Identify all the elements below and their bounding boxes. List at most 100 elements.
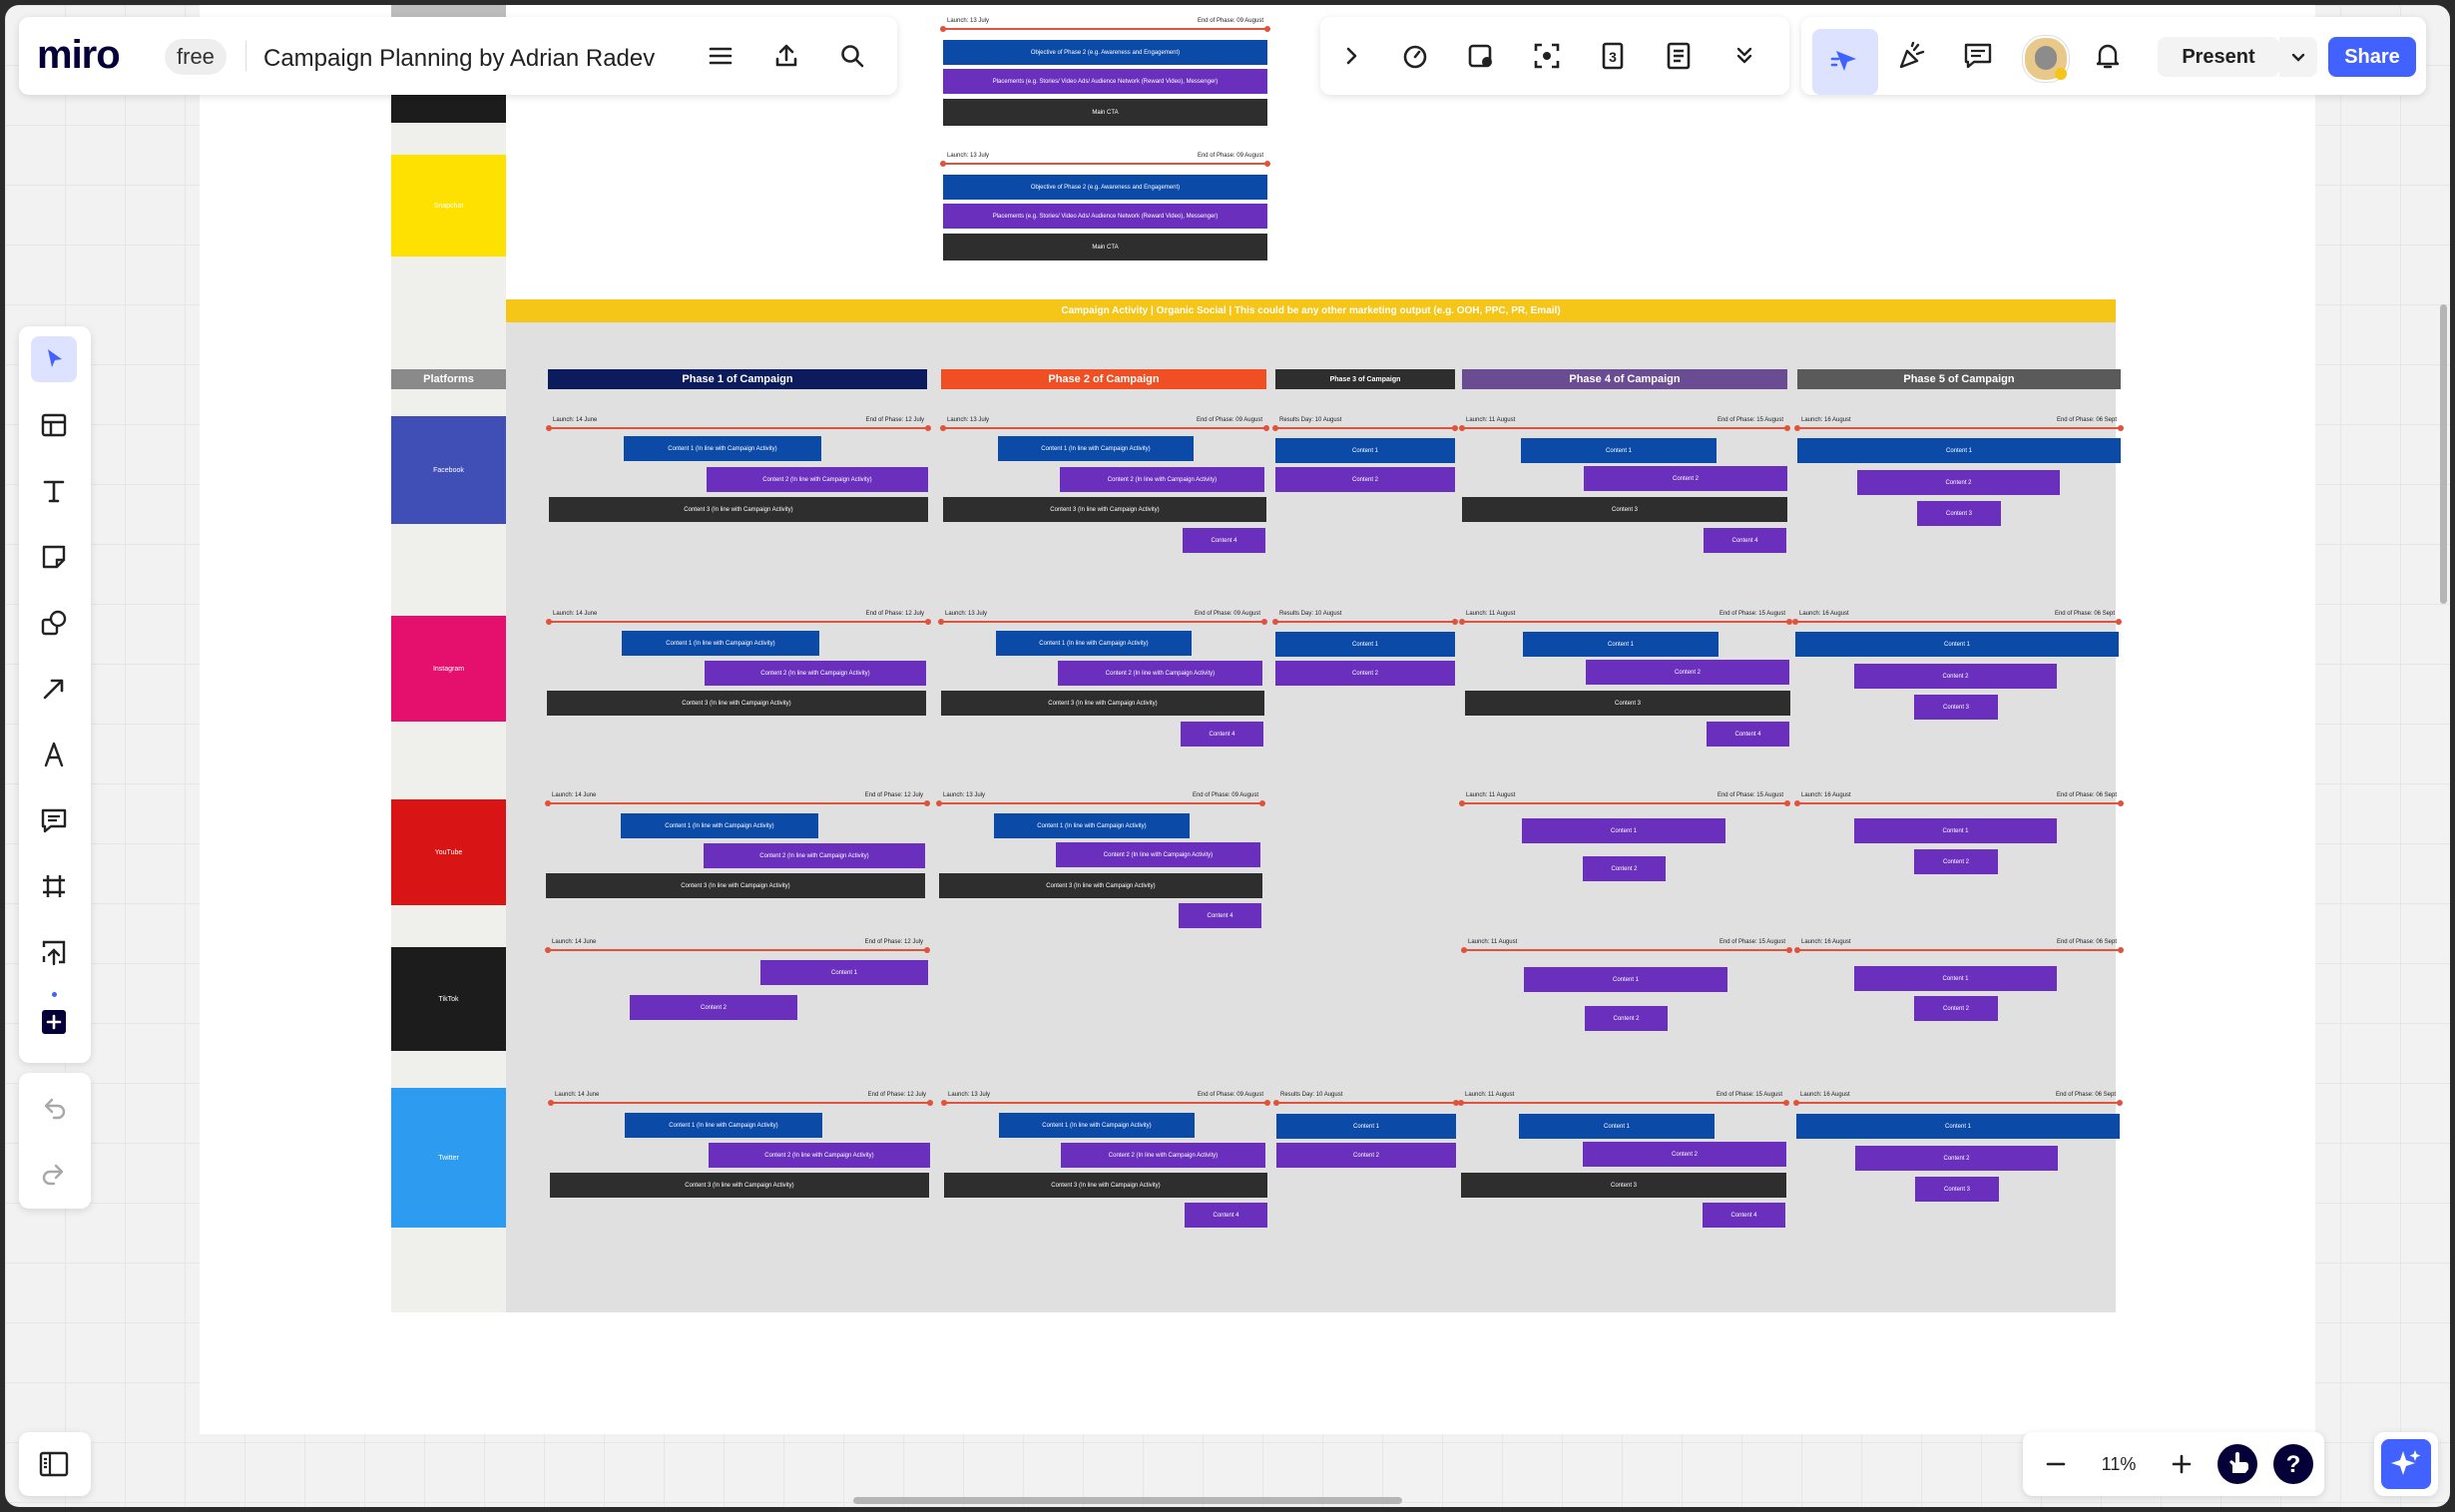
timeline: Launch: 14 June End of Phase: 12 July — [548, 1092, 933, 1106]
vertical-scrollbar[interactable] — [2440, 304, 2447, 604]
timeline: Launch: 14 June End of Phase: 12 July — [546, 417, 931, 431]
content-block: Content 3 (In line with Campaign Activit… — [944, 1173, 1267, 1198]
present-button[interactable]: Present — [2158, 37, 2279, 77]
content-block: Content 2 — [1276, 1143, 1456, 1168]
content-block: Content 1 — [1854, 818, 2057, 843]
add-icon[interactable] — [31, 999, 77, 1045]
content-block: Content 4 — [1703, 1203, 1785, 1228]
chevron-down-icon[interactable] — [2279, 37, 2317, 77]
redo-icon[interactable] — [31, 1151, 77, 1197]
timeline: Launch: 14 June End of Phase: 12 July — [545, 939, 930, 953]
share-button[interactable]: Share — [2328, 37, 2416, 77]
voting-icon[interactable] — [1458, 33, 1504, 79]
timeline: Launch: 14 June End of Phase: 12 July — [546, 611, 931, 625]
content-block: Content 1 — [1275, 632, 1455, 657]
horizontal-scrollbar[interactable] — [853, 1497, 1402, 1504]
text-icon[interactable] — [31, 468, 77, 514]
zoom-level[interactable]: 11% — [2089, 1441, 2149, 1487]
cursor-select-icon[interactable] — [1812, 29, 1878, 95]
content-block: Content 2 (In line with Campaign Activit… — [1056, 842, 1260, 867]
timeline: Results Day: 10 August — [1273, 1092, 1459, 1106]
content-block: Content 1 (In line with Campaign Activit… — [996, 631, 1192, 656]
content-block: Content 3 (In line with Campaign Activit… — [547, 691, 926, 716]
avatar[interactable] — [2023, 36, 2069, 82]
search-icon[interactable] — [829, 33, 875, 79]
content-block: Content 1 — [1521, 438, 1717, 463]
templates-icon[interactable] — [31, 402, 77, 448]
chevron-right-icon[interactable] — [1328, 33, 1374, 79]
timeline: Launch: 11 August End of Phase: 15 August — [1458, 1092, 1789, 1106]
content-block: Content 1 (In line with Campaign Activit… — [999, 1113, 1195, 1138]
pen-icon[interactable] — [31, 732, 77, 777]
content-block: Content 2 — [1275, 467, 1455, 492]
comment-tool-icon[interactable] — [31, 797, 77, 843]
timer-icon[interactable] — [1392, 33, 1438, 79]
content-block: Content 2 — [1275, 661, 1455, 686]
ai-sparkle-icon[interactable] — [2381, 1439, 2431, 1489]
content-block: Content 2 — [1857, 470, 2060, 495]
content-block: Content 2 (In line with Campaign Activit… — [704, 843, 925, 868]
content-block: Content 1 — [1523, 632, 1718, 657]
chevron-double-down-icon[interactable] — [1721, 33, 1767, 79]
shapes-icon[interactable] — [31, 600, 77, 646]
content-block: Content 1 — [1275, 438, 1455, 463]
content-block: Content 2 — [1914, 849, 1998, 874]
platform-block-dark — [391, 93, 506, 123]
content-block: Content 3 — [1465, 691, 1790, 716]
content-block: Content 2 — [630, 995, 797, 1020]
phase-header-3: Phase 3 of Campaign — [1275, 369, 1455, 389]
timeline: Launch: 16 August End of Phase: 06 Sept — [1793, 1092, 2123, 1106]
content-block: Content 2 — [1914, 996, 1998, 1021]
content-block: Content 1 — [1524, 967, 1727, 992]
panel-icon[interactable] — [31, 1441, 77, 1487]
hand-icon[interactable] — [2214, 1441, 2260, 1487]
undo-icon[interactable] — [31, 1085, 77, 1131]
phase-header-1: Phase 1 of Campaign — [548, 369, 927, 389]
timeline: Launch: 11 August End of Phase: 15 August — [1459, 417, 1790, 431]
content-block: Content 4 — [1707, 722, 1789, 747]
board-header: miro free Campaign Planning by Adrian Ra… — [19, 17, 897, 95]
content-block: Content 3 — [1917, 501, 2001, 526]
timeline: Results Day: 10 August — [1272, 611, 1458, 625]
focus-icon[interactable] — [1524, 33, 1570, 79]
timeline: Launch: 16 August End of Phase: 06 Sept — [1794, 792, 2124, 806]
bell-icon[interactable] — [2085, 33, 2131, 79]
content-block: Content 2 (In line with Campaign Activit… — [1058, 661, 1262, 686]
platform-block-top — [391, 5, 506, 17]
zoom-out-icon[interactable] — [2033, 1441, 2079, 1487]
campaign-banner: Campaign Activity | Organic Social | Thi… — [506, 299, 2116, 322]
content-block: Content 1 (In line with Campaign Activit… — [994, 813, 1190, 838]
menu-icon[interactable] — [698, 33, 743, 79]
board-title[interactable]: Campaign Planning by Adrian Radev — [263, 44, 655, 74]
objective-block: Objective of Phase 2 (e.g. Awareness and… — [943, 40, 1267, 65]
upload-icon[interactable] — [31, 929, 77, 975]
select-icon[interactable] — [31, 336, 77, 382]
zoom-controls: 11% ? — [2023, 1432, 2324, 1496]
celebrate-icon[interactable] — [1889, 33, 1935, 79]
sticky-note-icon[interactable] — [31, 534, 77, 580]
top-timeline-1: Launch: 13 July End of Phase: 09 August — [940, 18, 1270, 32]
cta-block: Main CTA — [943, 234, 1267, 260]
panel-toggle — [19, 1432, 91, 1496]
frame-icon[interactable] — [31, 863, 77, 909]
export-icon[interactable] — [763, 33, 809, 79]
miro-logo[interactable]: miro — [37, 35, 121, 75]
content-block: Content 3 — [1914, 695, 1998, 720]
phase-header-2: Phase 2 of Campaign — [941, 369, 1266, 389]
content-block: Content 2 — [1583, 856, 1666, 881]
content-block: Content 2 (In line with Campaign Activit… — [709, 1143, 930, 1168]
arrow-icon[interactable] — [31, 666, 77, 712]
timeline: Launch: 16 August End of Phase: 06 Sept — [1794, 939, 2124, 953]
zoom-in-icon[interactable] — [2159, 1441, 2205, 1487]
plan-badge[interactable]: free — [165, 39, 227, 75]
comment-icon[interactable] — [1955, 33, 2001, 79]
collab-counter-icon[interactable]: 3 — [1590, 33, 1636, 79]
content-block: Content 1 — [1522, 818, 1725, 843]
new-indicator — [52, 992, 57, 997]
content-block: Content 3 (In line with Campaign Activit… — [941, 691, 1264, 716]
notes-icon[interactable] — [1656, 33, 1702, 79]
help-icon[interactable]: ? — [2270, 1441, 2316, 1487]
content-block: Content 3 (In line with Campaign Activit… — [550, 1173, 929, 1198]
content-block: Content 4 — [1181, 722, 1263, 747]
svg-text:?: ? — [2286, 1451, 2301, 1478]
